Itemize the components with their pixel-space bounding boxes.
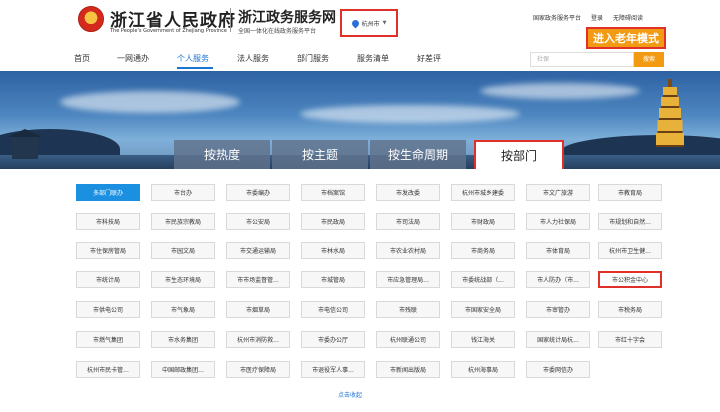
service-title[interactable]: 浙江政务服务网: [238, 7, 336, 27]
dept-button[interactable]: 市科技局: [76, 213, 140, 230]
cloud: [480, 83, 640, 99]
nav-active-underline: [177, 67, 213, 69]
dept-button[interactable]: 市文广旅游: [526, 184, 590, 201]
dept-button[interactable]: 市残联: [376, 301, 440, 318]
dept-button[interactable]: 市委网信办: [526, 361, 590, 378]
nav-department-services[interactable]: 部门服务: [297, 53, 329, 64]
dept-button[interactable]: 市退役军人事...: [301, 361, 365, 378]
nav-one-stop[interactable]: 一网通办: [117, 53, 149, 64]
dept-button[interactable]: 杭州海事局: [451, 361, 515, 378]
dept-button[interactable]: 杭州市卫生健...: [598, 242, 662, 259]
nav-rating[interactable]: 好差评: [417, 53, 441, 64]
dept-button[interactable]: 市新闻出版局: [376, 361, 440, 378]
dept-button[interactable]: 市民政局: [301, 213, 365, 230]
nav-home[interactable]: 首页: [74, 53, 90, 64]
dept-button[interactable]: 杭州联通公司: [376, 331, 440, 348]
top-links: 国家政务服务平台 登录 无障碍阅读: [533, 13, 643, 22]
national-emblem-icon: [78, 6, 104, 32]
collapse-link[interactable]: 点击收起: [338, 390, 362, 399]
dept-button[interactable]: 市民族宗教局: [151, 213, 215, 230]
elder-mode-button[interactable]: 进入老年模式: [586, 27, 666, 49]
dept-button[interactable]: 市医疗保障局: [226, 361, 290, 378]
dept-button[interactable]: 市电信公司: [301, 301, 365, 318]
dept-button[interactable]: 市委统战部（...: [451, 271, 515, 288]
dept-button[interactable]: 市燃气集团: [76, 331, 140, 348]
dept-button[interactable]: 市委编办: [226, 184, 290, 201]
dept-button[interactable]: 市发改委: [376, 184, 440, 201]
tab-by-theme[interactable]: 按主题: [272, 140, 368, 169]
tab-by-department[interactable]: 按部门: [474, 140, 564, 169]
nav-personal-services[interactable]: 个人服务: [177, 53, 209, 64]
cloud: [300, 105, 520, 123]
dept-button[interactable]: 市审管办: [526, 301, 590, 318]
dept-button[interactable]: 市人防办（市...: [526, 271, 590, 288]
tab-by-popularity[interactable]: 按热度: [174, 140, 270, 169]
dept-button[interactable]: 市应急管理局...: [376, 271, 440, 288]
dept-button[interactable]: 市烟草局: [226, 301, 290, 318]
dept-button-selected[interactable]: 多部门联办: [76, 184, 140, 201]
dept-button[interactable]: 市公安局: [226, 213, 290, 230]
accessibility-link[interactable]: 无障碍阅读: [613, 13, 643, 22]
login-link[interactable]: 登录: [591, 13, 603, 22]
search-input[interactable]: 社保: [530, 52, 634, 67]
dept-button[interactable]: 市交通运输局: [226, 242, 290, 259]
dept-button[interactable]: 杭州市城乡建委: [451, 184, 515, 201]
dept-button[interactable]: 杭州市民卡管...: [76, 361, 140, 378]
service-subtitle: 全国一体化在线政务服务平台: [238, 28, 317, 35]
national-platform-link[interactable]: 国家政务服务平台: [533, 13, 581, 22]
city-selector[interactable]: 杭州市 ▼: [340, 9, 398, 37]
dept-button[interactable]: 市生态环境局: [151, 271, 215, 288]
dept-button[interactable]: 市水务集团: [151, 331, 215, 348]
dept-button[interactable]: 国家统计局杭...: [526, 331, 590, 348]
dept-button[interactable]: 市商务局: [451, 242, 515, 259]
location-pin-icon: [350, 18, 361, 28]
leifeng-pagoda: [656, 79, 684, 163]
dept-button[interactable]: 市林水局: [301, 242, 365, 259]
dept-button[interactable]: 市财政局: [451, 213, 515, 230]
dept-button[interactable]: 钱江海关: [451, 331, 515, 348]
dept-button[interactable]: 市委办公厅: [301, 331, 365, 348]
dept-button[interactable]: 市城管局: [301, 271, 365, 288]
dept-button[interactable]: 中国邮政集团...: [151, 361, 215, 378]
dept-button[interactable]: 市红十字会: [598, 331, 662, 348]
dept-button[interactable]: 市市场监督管...: [226, 271, 290, 288]
dept-button[interactable]: 市人力社保局: [526, 213, 590, 230]
tab-by-lifecycle[interactable]: 按生命周期: [370, 140, 466, 169]
dept-button[interactable]: 市台办: [151, 184, 215, 201]
dept-button[interactable]: 市国家安全局: [451, 301, 515, 318]
nav-corporate-services[interactable]: 法人服务: [237, 53, 269, 64]
cloud: [60, 91, 240, 113]
department-grid: 多部门联办 市台办 市委编办 市档案馆 市发改委 杭州市城乡建委 市文广旅游 市教育局市科技局…: [0, 178, 720, 398]
dept-button[interactable]: 市规划和自然...: [598, 213, 662, 230]
dept-button[interactable]: 市供电公司: [76, 301, 140, 318]
gov-subtitle: The People's Government of Zhejiang Prov…: [110, 28, 227, 34]
dept-button[interactable]: 市农业农村局: [376, 242, 440, 259]
site-header: 浙江省人民政府 The People's Government of Zheji…: [0, 0, 720, 49]
header-divider: [230, 8, 231, 32]
page: 浙江省人民政府 The People's Government of Zheji…: [0, 0, 720, 412]
dept-button[interactable]: 市税务局: [598, 301, 662, 318]
nav-service-list[interactable]: 服务清单: [357, 53, 389, 64]
dept-button[interactable]: 市教育局: [598, 184, 662, 201]
dept-button[interactable]: 市住保房管局: [76, 242, 140, 259]
dept-button[interactable]: 市统计局: [76, 271, 140, 288]
dept-button[interactable]: 市体育局: [526, 242, 590, 259]
dept-button[interactable]: 市司法局: [376, 213, 440, 230]
dept-button[interactable]: 杭州市消防救...: [226, 331, 290, 348]
dept-button[interactable]: 市档案馆: [301, 184, 365, 201]
search-button[interactable]: 搜索: [634, 52, 664, 67]
pavilion-silhouette: [8, 129, 42, 169]
dept-button[interactable]: 市园文局: [151, 242, 215, 259]
city-label: 杭州市: [361, 20, 380, 28]
chevron-down-icon: ▼: [382, 20, 387, 26]
dept-button[interactable]: 市气象局: [151, 301, 215, 318]
dept-button-highlighted[interactable]: 市公积金中心: [598, 271, 662, 288]
